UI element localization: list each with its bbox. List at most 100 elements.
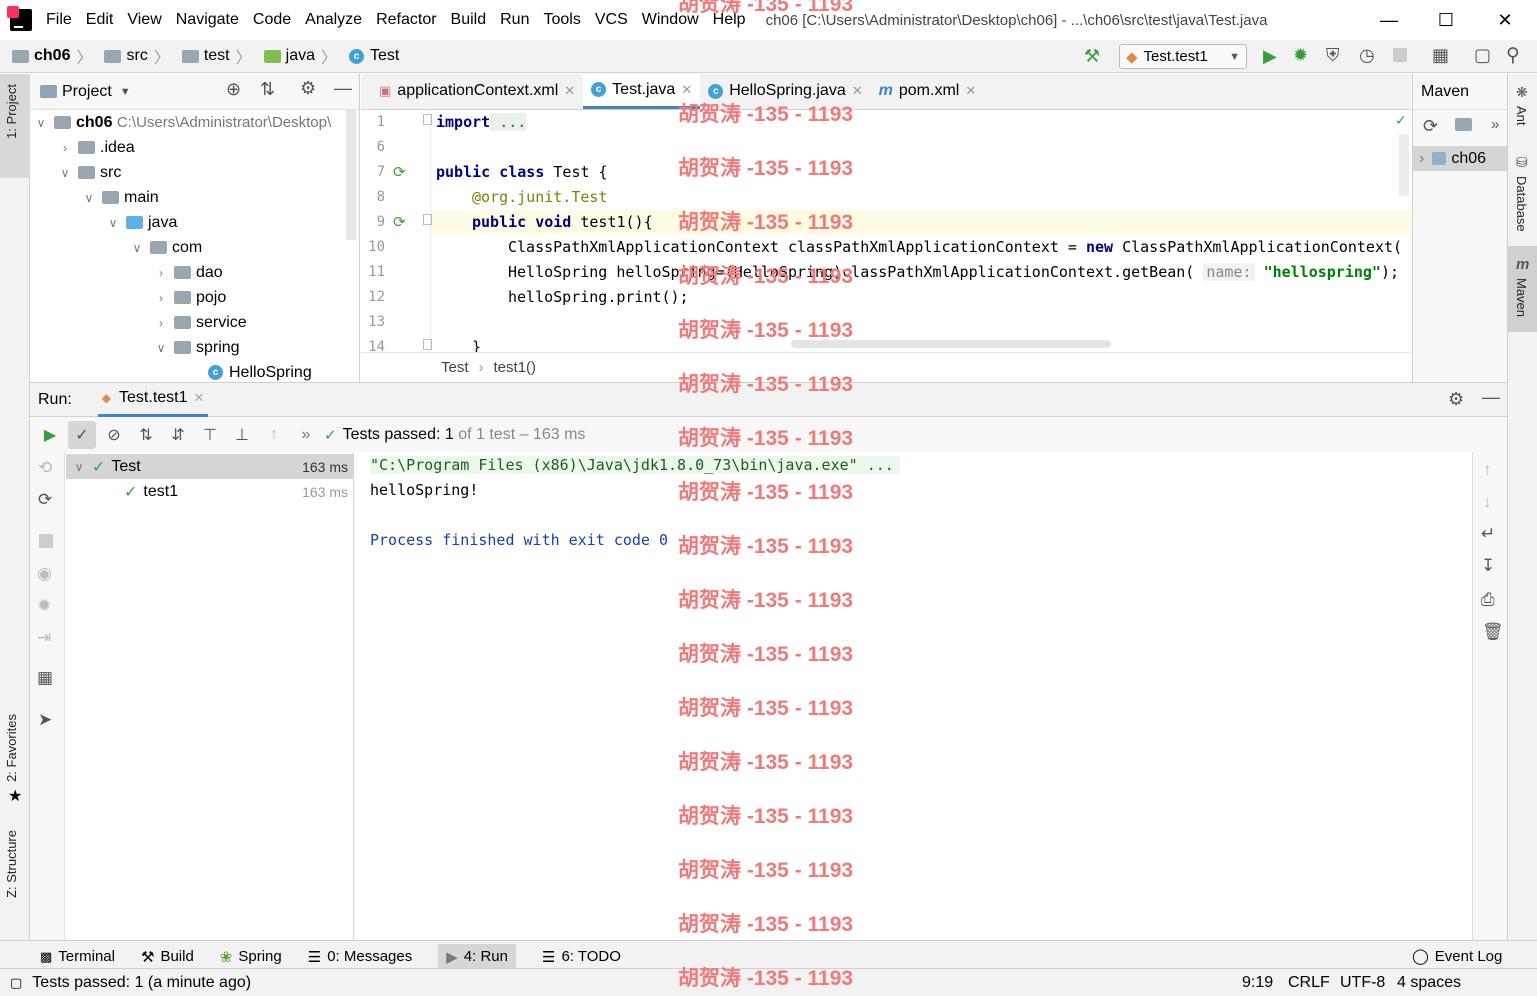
add-project-icon[interactable] [1455,118,1472,131]
project-view-select[interactable]: Project [62,83,112,101]
layout-icon[interactable]: ▦ [37,668,53,688]
tab-hellospring-java[interactable]: c HelloSpring.java ✕ [700,73,870,109]
chevron-down-icon[interactable]: ∨ [34,116,48,130]
line-separator[interactable]: CRLF [1288,974,1330,992]
code-area[interactable]: import ... public class Test { @org.juni… [436,110,1411,352]
import-tests-icon[interactable]: ⇥ [37,628,51,648]
menu-file[interactable]: File [46,11,72,29]
menu-tools[interactable]: Tools [543,11,580,29]
hide-icon[interactable]: — [1482,387,1500,408]
menu-analyze[interactable]: Analyze [305,11,362,29]
run-tab-test1[interactable]: ◆ Test.test1 ✕ [97,382,209,417]
menu-refactor[interactable]: Refactor [376,11,436,29]
chevron-down-icon[interactable]: ∨ [154,341,168,355]
tree-item-dao[interactable]: › dao [154,260,223,285]
tree-item-spring[interactable]: ∨ spring [154,335,240,360]
chevron-down-icon[interactable]: ∨ [106,216,120,230]
gear-icon[interactable]: ⚙ [300,78,316,99]
stop-icon[interactable] [39,534,53,548]
tool-window-project[interactable]: 1: Project [4,84,19,139]
chevron-right-icon[interactable]: › [154,291,168,305]
tab-terminal[interactable]: ▩ Terminal [40,948,115,965]
menu-vcs[interactable]: VCS [595,11,628,29]
menu-window[interactable]: Window [642,11,699,29]
maximize-icon[interactable]: ☐ [1431,6,1461,34]
menu-run[interactable]: Run [500,11,529,29]
tool-window-maven[interactable]: Maven [1514,278,1529,317]
chevron-right-icon[interactable]: › [154,316,168,330]
print-icon[interactable]: ⎙ [1481,590,1495,610]
chevron-down-icon[interactable]: ∨ [72,460,86,474]
breadcrumb-ch06[interactable]: ch06 〉 [12,44,98,68]
close-icon[interactable]: ✕ [965,83,976,99]
expand-all-icon[interactable]: ⊤ [196,421,224,449]
close-icon[interactable]: ✕ [564,83,575,99]
show-ignored-icon[interactable]: ⊘ [100,421,128,449]
menu-navigate[interactable]: Navigate [176,11,239,29]
rerun-failed-icon[interactable]: ⟲ [38,458,52,478]
more-icon[interactable]: » [1491,116,1499,133]
chevron-right-icon[interactable]: › [1419,150,1424,168]
fold-icon[interactable] [423,214,432,225]
chevron-down-icon[interactable]: ∨ [82,191,96,205]
chevron-down-icon[interactable]: ∨ [58,166,72,180]
tab-pom-xml[interactable]: m pom.xml ✕ [871,73,985,109]
run-test-gutter-icon[interactable]: ⟳ [393,213,406,231]
tool-window-favorites[interactable]: 2: Favorites [4,714,19,782]
tab-run[interactable]: ▶ 4: Run [438,943,516,970]
camera-icon[interactable]: ◉ [37,564,52,584]
coverage-icon[interactable]: ⛨ [1326,45,1340,66]
run-config-select[interactable]: ◆ Test.test1 ▼ [1119,44,1247,69]
reload-icon[interactable]: ⟳ [1423,116,1438,137]
inspection-ok-icon[interactable]: ✓ [1395,112,1407,129]
maven-project-ch06[interactable]: › ch06 [1413,146,1508,171]
minimize-icon[interactable]: — [1374,6,1404,34]
tool-window-database[interactable]: Database [1514,176,1529,232]
collapse-all-icon[interactable]: ⊥ [228,421,256,449]
tree-item-main[interactable]: ∨ main [82,185,159,210]
fold-icon[interactable] [423,114,432,125]
layout-icon[interactable]: ▢ [1474,45,1491,66]
chevron-right-icon[interactable]: › [58,141,72,155]
breadcrumb-class[interactable]: Test [441,359,469,376]
sort-alpha-icon[interactable]: ⇅ [132,421,160,449]
breadcrumb-test[interactable]: test 〉 [181,44,258,68]
run-icon[interactable]: ▶ [1263,46,1277,67]
breadcrumb-src[interactable]: src 〉 [104,44,175,68]
pin-icon[interactable]: ➤ [38,710,52,730]
run-test-gutter-icon[interactable]: ⟳ [393,163,406,181]
close-icon[interactable]: ✕ [194,390,205,406]
chevron-down-icon[interactable]: ∨ [130,241,144,255]
breadcrumb-java[interactable]: java 〉 [263,44,343,68]
profile-icon[interactable]: ◷ [1359,45,1375,66]
file-encoding[interactable]: UTF-8 [1340,974,1385,992]
locate-icon[interactable]: ⊕ [226,79,241,100]
close-icon[interactable]: ✕ [681,82,692,98]
breadcrumb-test-class[interactable]: c Test [349,47,399,65]
soft-wrap-icon[interactable]: ↵ [1481,524,1495,544]
tool-windows-icon[interactable]: ▢ [10,975,22,991]
tool-window-structure[interactable]: Z: Structure [4,830,19,898]
tree-item-service[interactable]: › service [154,310,247,335]
editor-scrollbar[interactable] [1399,134,1409,196]
menu-edit[interactable]: Edit [86,11,114,29]
test-tree-row[interactable]: ✓ test1 163 ms [66,479,354,504]
status-message[interactable]: Tests passed: 1 (a minute ago) [32,974,251,992]
breadcrumb-method[interactable]: test1() [494,359,537,376]
project-structure-icon[interactable]: ▦ [1432,45,1449,66]
build-hammer-icon[interactable]: ⚒ [1084,46,1100,67]
menu-help[interactable]: Help [713,11,746,29]
up-arrow-icon[interactable]: ↑ [1483,460,1492,480]
tab-spring[interactable]: ❀ Spring [220,948,282,966]
menu-code[interactable]: Code [253,11,291,29]
caret-position[interactable]: 9:19 [1242,974,1273,992]
down-arrow-icon[interactable]: ↓ [1483,492,1492,512]
collapse-all-icon[interactable]: ⇅ [260,79,275,100]
tree-item-pojo[interactable]: › pojo [154,285,226,310]
sort-duration-icon[interactable]: ⇵ [164,421,192,449]
trash-icon[interactable]: 🗑 [1482,622,1504,642]
folded-imports[interactable]: ... [490,113,527,131]
chevron-down-icon[interactable]: ▼ [120,86,131,98]
toggle-auto-test-icon[interactable]: ⟳ [38,490,52,510]
show-passed-icon[interactable]: ✓ [68,420,96,449]
